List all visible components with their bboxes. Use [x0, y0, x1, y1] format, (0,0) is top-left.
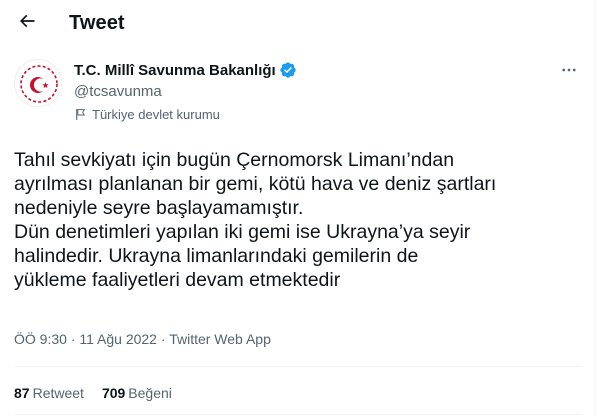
- author-handle[interactable]: @tcsavunma: [74, 83, 162, 100]
- meta-separator: ·: [70, 331, 76, 347]
- more-options-button[interactable]: [556, 62, 582, 82]
- verified-badge-icon: [279, 61, 297, 79]
- likes-stat[interactable]: 709 Beğeni: [102, 385, 172, 401]
- tweet-text: Tahıl sevkiyatı için bugün Çernomorsk Li…: [14, 148, 584, 292]
- government-label[interactable]: Türkiye devlet kurumu: [74, 107, 220, 122]
- arrow-left-icon: [17, 11, 37, 36]
- tweet-line: ayrılması planlanan bir gemi, kötü hava …: [14, 173, 497, 195]
- divider: [14, 414, 582, 415]
- retweets-label: Retweet: [32, 385, 84, 401]
- tweet-line: Tahıl sevkiyatı için bugün Çernomorsk Li…: [14, 149, 455, 171]
- back-button[interactable]: [10, 6, 44, 40]
- tweet-date[interactable]: 11 Ağu 2022: [79, 331, 157, 347]
- page-header: Tweet: [0, 0, 596, 47]
- tweet-line: Dün denetimleri yapılan iki gemi ise Ukr…: [14, 221, 471, 243]
- flag-icon: [74, 108, 87, 121]
- avatar[interactable]: [14, 59, 62, 107]
- author-name-text[interactable]: T.C. Millî Savunma Bakanlığı: [74, 62, 276, 79]
- divider: [14, 366, 582, 367]
- tweet-line: halindedir. Ukrayna limanlarındaki gemil…: [14, 245, 419, 267]
- tweet-page: Tweet T.C. Millî Savunma Bakanlığı @tcsa…: [0, 0, 596, 417]
- retweets-count: 87: [14, 385, 30, 401]
- tweet-source[interactable]: Twitter Web App: [169, 331, 271, 347]
- likes-label: Beğeni: [128, 385, 172, 401]
- ministry-emblem-icon: [15, 60, 61, 106]
- tweet-timestamp[interactable]: ÖÖ 9:30 · 11 Ağu 2022: [14, 331, 157, 347]
- government-label-text[interactable]: Türkiye devlet kurumu: [92, 107, 220, 122]
- tweet-meta: ÖÖ 9:30 · 11 Ağu 2022 · Twitter Web App: [14, 331, 271, 347]
- meta-separator: ·: [160, 331, 166, 347]
- retweets-stat[interactable]: 87 Retweet: [14, 385, 84, 401]
- tweet-time[interactable]: ÖÖ 9:30: [14, 331, 67, 347]
- page-title: Tweet: [69, 12, 125, 34]
- tweet-stats: 87 Retweet 709 Beğeni: [14, 385, 190, 401]
- likes-count: 709: [101, 385, 126, 401]
- tweet-line: nedeniyle seyre başlayamamıştır.: [14, 197, 304, 219]
- author-name[interactable]: T.C. Millî Savunma Bakanlığı: [74, 61, 297, 79]
- tweet-line: yükleme faaliyetleri devam etmektedir: [14, 269, 341, 291]
- more-horizontal-icon: [560, 61, 578, 84]
